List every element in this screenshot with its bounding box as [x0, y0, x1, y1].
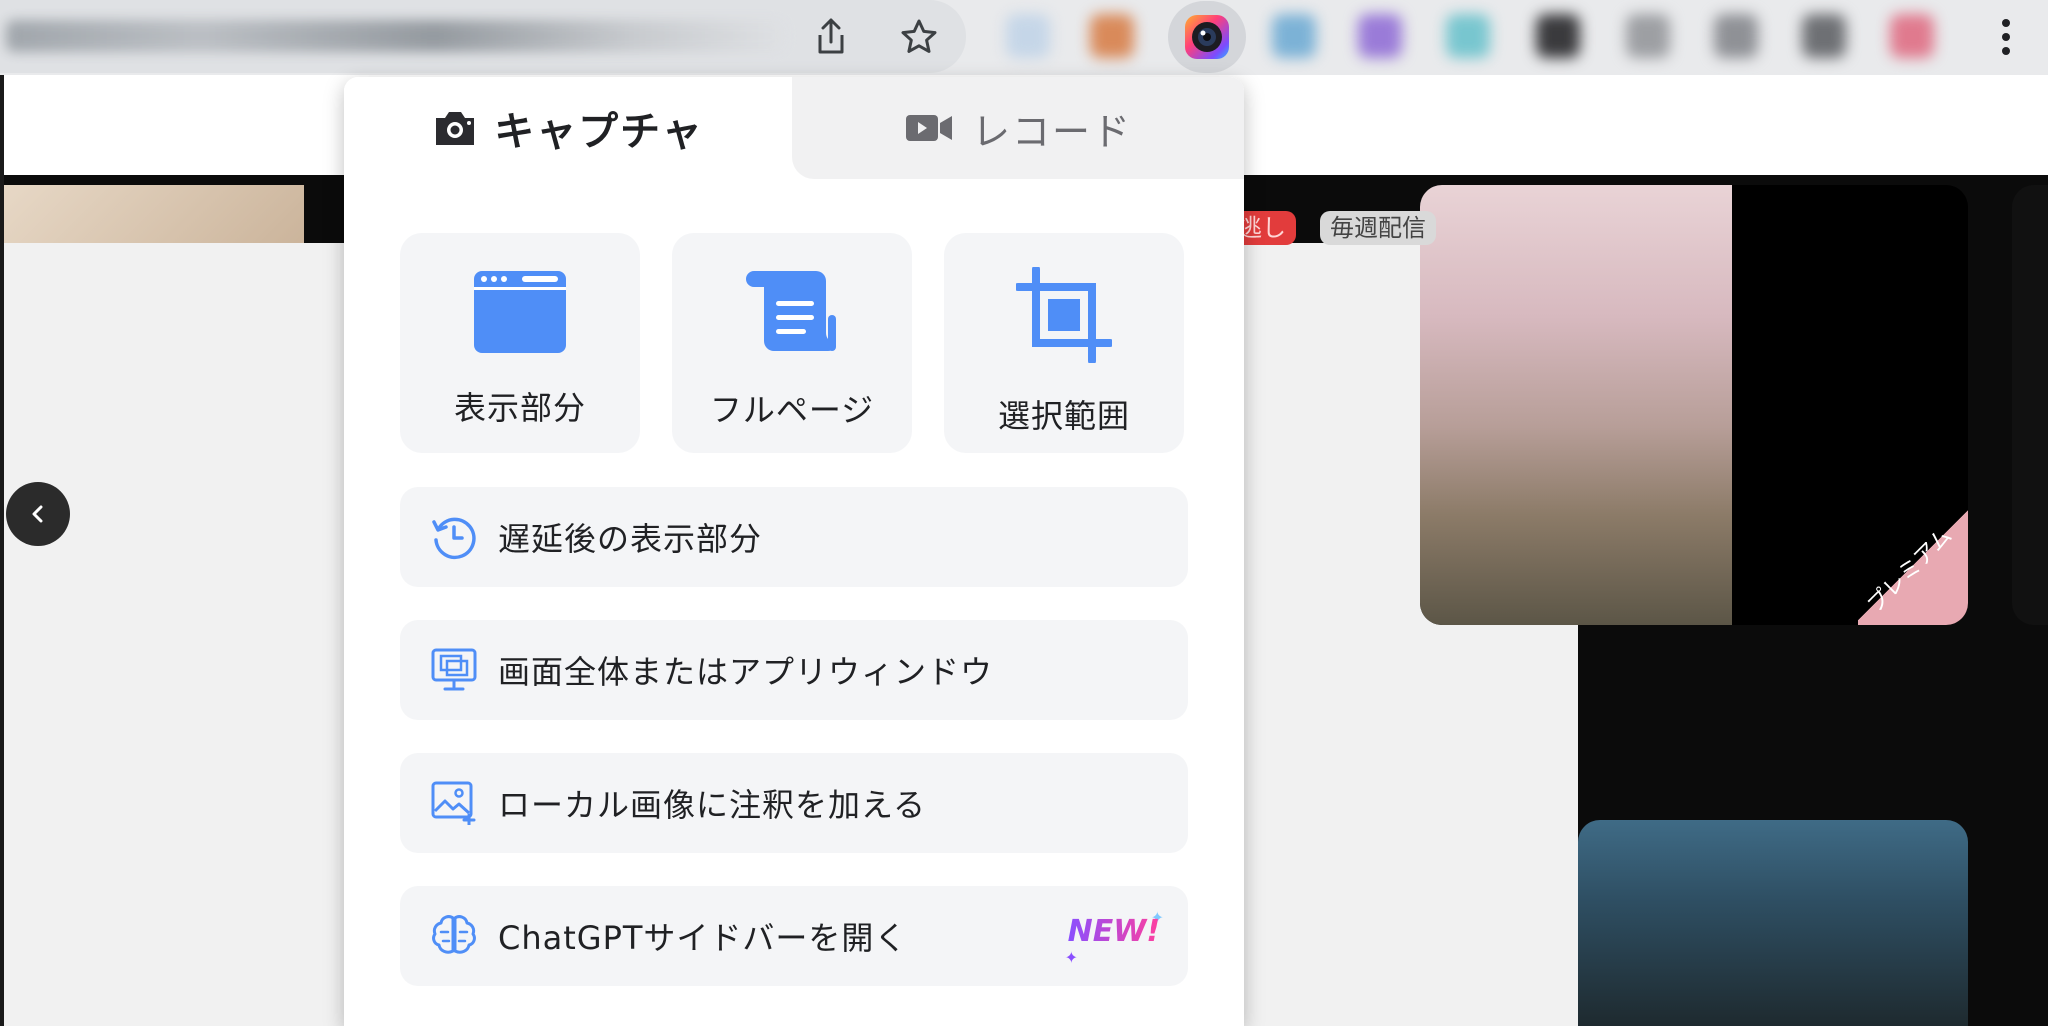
tab-record-label: レコード — [971, 109, 1132, 154]
video-thumbnail — [1420, 185, 1732, 625]
extension-icon-blurred[interactable] — [1272, 14, 1316, 58]
status-badge: 毎週配信 — [1320, 211, 1436, 245]
row-label: 画面全体またはアプリウィンドウ — [498, 653, 994, 691]
mode-tabs: キャプチャ レコード — [344, 77, 1244, 179]
crop-icon — [1016, 267, 1112, 363]
video-icon — [905, 115, 952, 141]
capture-mode-tiles: 表示部分 フルページ 選択範囲 — [400, 233, 1184, 453]
delayed-visible-part-button[interactable]: 遅延後の表示部分 — [400, 487, 1188, 587]
tab-record[interactable]: レコード — [792, 77, 1244, 179]
extension-icon-blurred[interactable] — [1536, 14, 1580, 58]
row-label: 遅延後の表示部分 — [498, 520, 763, 558]
row-label: ChatGPTサイドバーを開く — [498, 919, 908, 957]
monitor-icon — [430, 646, 478, 694]
camera-lens-icon — [1185, 15, 1229, 59]
chevron-left-icon — [32, 505, 43, 523]
thumbnail-image[interactable] — [4, 185, 304, 245]
url-text-blurred — [6, 20, 786, 52]
browser-window-icon — [474, 271, 566, 353]
extension-icon-blurred[interactable] — [1358, 14, 1402, 58]
share-icon[interactable] — [806, 12, 856, 62]
selected-area-button[interactable]: 選択範囲 — [944, 233, 1184, 453]
tab-capture-label: キャプチャ — [494, 109, 704, 155]
annotate-local-image-button[interactable]: ローカル画像に注釈を加える — [400, 753, 1188, 853]
entire-screen-button[interactable]: 画面全体またはアプリウィンドウ — [400, 620, 1188, 720]
extension-icon-blurred[interactable] — [1890, 14, 1934, 58]
video-card[interactable] — [1578, 820, 1968, 1026]
image-annotate-icon — [430, 779, 478, 827]
tile-label: フルページ — [709, 391, 875, 429]
video-card[interactable]: プレミアム — [1420, 185, 1968, 625]
tile-label: 表示部分 — [453, 389, 586, 427]
tab-capture[interactable]: キャプチャ — [344, 77, 792, 179]
new-badge: NEW! — [1067, 914, 1160, 949]
address-bar[interactable] — [0, 0, 966, 73]
extension-icon-blurred[interactable] — [1714, 14, 1758, 58]
awesome-screenshot-extension-button[interactable] — [1168, 1, 1246, 73]
extension-icon-blurred[interactable] — [1006, 14, 1050, 58]
sparkle-icon: ✦ — [1064, 948, 1078, 967]
visible-part-button[interactable]: 表示部分 — [400, 233, 640, 453]
video-card-partial[interactable] — [2012, 185, 2048, 625]
more-vert-icon[interactable] — [1986, 10, 2026, 64]
tile-label: 選択範囲 — [997, 397, 1130, 435]
extension-icon-blurred[interactable] — [1626, 14, 1670, 58]
capture-options-list: 遅延後の表示部分 画面全体またはアプリウィンドウ ローカル画像に注釈を加える C… — [400, 487, 1188, 1019]
carousel-prev-button[interactable] — [6, 482, 70, 546]
star-icon[interactable] — [894, 12, 944, 62]
extension-icon-blurred[interactable] — [1446, 14, 1490, 58]
timer-icon — [430, 513, 478, 561]
browser-toolbar — [0, 0, 2048, 75]
screenshot-extension-popup: キャプチャ レコード 表示部分 フルページ 選択範囲 遅延後の表示部分 画面全体… — [344, 77, 1244, 1026]
row-label: ローカル画像に注釈を加える — [498, 786, 927, 824]
open-chatgpt-sidebar-button[interactable]: ChatGPTサイドバーを開く ✦ ✦ NEW! — [400, 886, 1188, 986]
extension-icon-blurred[interactable] — [1802, 14, 1846, 58]
extension-icon-blurred[interactable] — [1090, 14, 1134, 58]
full-page-button[interactable]: フルページ — [672, 233, 912, 453]
brain-icon — [430, 912, 478, 960]
camera-icon — [436, 112, 475, 145]
scroll-page-icon — [746, 271, 836, 351]
